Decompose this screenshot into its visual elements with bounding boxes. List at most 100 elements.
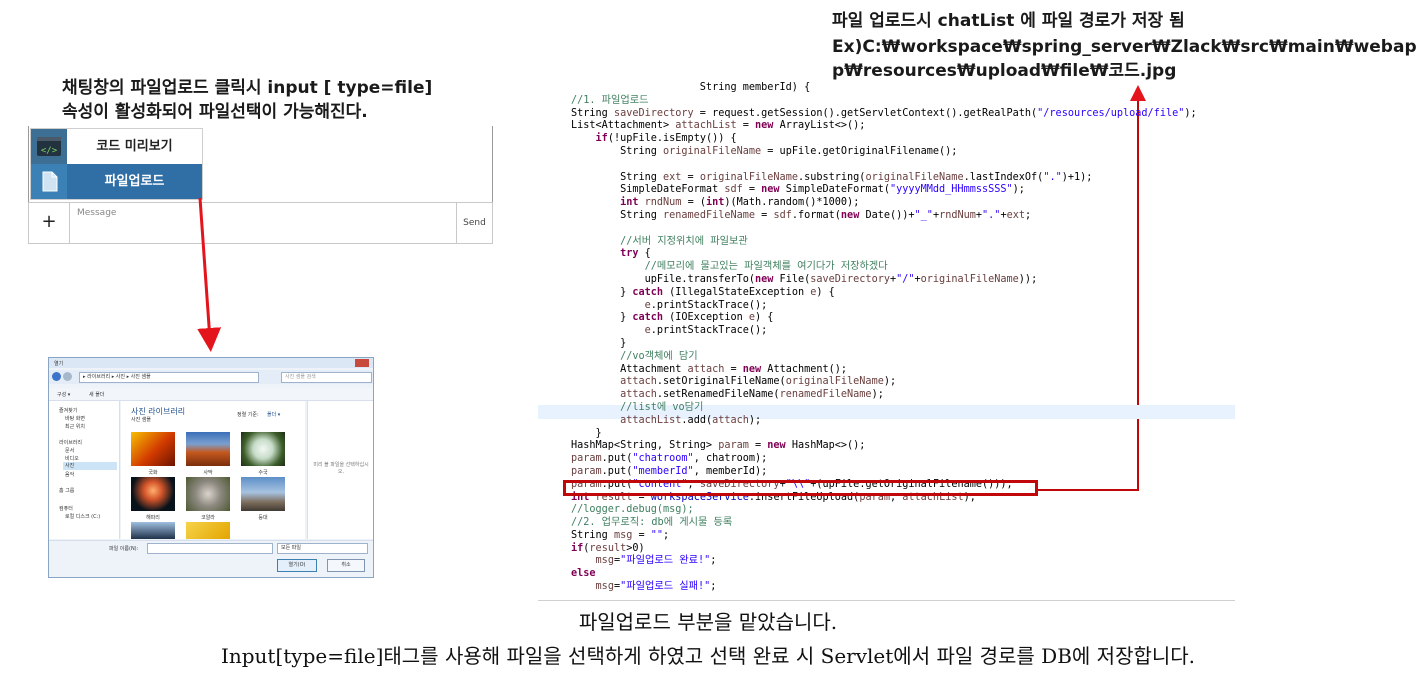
code-line[interactable]: //1. 파일업로드 — [571, 95, 1197, 108]
file-open-dialog: 열기 ▸ 라이브러리 ▸ 사진 ▸ 사진 샘플 사진 샘플 검색 구성 ▾ 새 … — [48, 357, 374, 578]
code-line[interactable]: List<Attachment> attachList = new ArrayL… — [571, 120, 1197, 133]
code-token: "/resources/upload/file" — [1037, 107, 1185, 119]
code-token: (!upFile.isEmpty()) { — [607, 133, 737, 145]
code-line[interactable]: attachList.add(attach); — [571, 415, 1197, 428]
sidebar-item-desktop[interactable]: 바탕 화면 — [65, 415, 85, 422]
thumbnail-lighthouse[interactable] — [241, 477, 285, 511]
filetype-select[interactable]: 모든 파일 — [277, 543, 368, 554]
thumbnail-penguins[interactable] — [131, 522, 175, 539]
code-line[interactable]: int rndNum = (int)(Math.random()*1000); — [571, 197, 1197, 210]
code-line[interactable]: param.put("chatroom", chatroom); — [571, 453, 1197, 466]
sidebar-item-local-disk[interactable]: 로컬 디스크 (C:) — [65, 513, 100, 520]
code-line[interactable]: //서버 지정위치에 파일보관 — [571, 236, 1197, 249]
sidebar-item-pictures[interactable]: 사진 — [63, 462, 117, 470]
sidebar-item-documents[interactable]: 문서 — [65, 447, 74, 454]
code-line[interactable]: HashMap<String, String> param = new Hash… — [571, 440, 1197, 453]
code-line[interactable]: if(result>0) — [571, 543, 1197, 556]
back-icon[interactable] — [52, 372, 61, 381]
code-token: ); — [1184, 107, 1197, 119]
filename-input[interactable] — [147, 543, 273, 554]
code-token: )); — [1018, 273, 1038, 285]
code-line[interactable]: attach.setOriginalFileName(originalFileN… — [571, 376, 1197, 389]
code-token: .put( — [601, 465, 633, 477]
code-token: String — [571, 145, 664, 157]
code-line[interactable]: String renamedFileName = sdf.format(new … — [571, 210, 1197, 223]
code-line[interactable]: param.put("memberId", memberId); — [571, 466, 1197, 479]
sidebar-item-favorites[interactable]: 즐겨찾기 — [59, 407, 77, 414]
dialog-titlebar: 열기 — [49, 358, 373, 368]
code-token: ) { — [755, 312, 774, 324]
thumbnail-jellyfish[interactable] — [131, 477, 175, 511]
forward-icon[interactable] — [63, 372, 72, 381]
code-editor[interactable]: String memberId) {//1. 파일업로드 String saveD… — [571, 82, 1197, 594]
dialog-address-bar: ▸ 라이브러리 ▸ 사진 ▸ 사진 샘플 사진 샘플 검색 — [49, 370, 373, 384]
sidebar-item-libraries[interactable]: 라이브러리 — [59, 439, 82, 446]
code-line[interactable]: else — [571, 568, 1197, 581]
code-line[interactable]: } — [571, 338, 1197, 351]
close-icon[interactable] — [355, 359, 369, 367]
code-line[interactable]: } catch (IllegalStateException e) { — [571, 287, 1197, 300]
organize-button[interactable]: 구성 ▾ — [57, 391, 70, 398]
code-line[interactable]: upFile.transferTo(new File(saveDirectory… — [571, 274, 1197, 287]
code-line[interactable]: String originalFileName = upFile.getOrig… — [571, 146, 1197, 159]
cancel-button[interactable]: 취소 — [327, 559, 365, 572]
sidebar-item-computer[interactable]: 컴퓨터 — [59, 505, 73, 512]
new-folder-button[interactable]: 새 폴더 — [89, 391, 104, 398]
code-token: .put( — [601, 453, 633, 465]
code-line[interactable]: attach.setRenamedFileName(renamedFileNam… — [571, 389, 1197, 402]
path-field[interactable]: ▸ 라이브러리 ▸ 사진 ▸ 사진 샘플 — [79, 372, 259, 383]
code-line[interactable]: //list에 vo담기 — [571, 402, 1197, 415]
sidebar-item-music[interactable]: 음악 — [65, 471, 74, 478]
thumbnail-desert[interactable] — [186, 432, 230, 466]
code-line[interactable]: } catch (IOException e) { — [571, 312, 1197, 325]
code-token: originalFileName — [663, 145, 762, 157]
code-line[interactable]: if(!upFile.isEmpty()) { — [571, 133, 1197, 146]
library-subtitle: 사진 샘플 — [131, 417, 151, 423]
code-line[interactable]: Attachment attach = new Attachment(); — [571, 364, 1197, 377]
code-line[interactable]: } — [571, 428, 1197, 441]
code-token: else — [571, 568, 596, 580]
code-token: msg — [595, 581, 614, 593]
code-token: new — [840, 209, 860, 221]
code-token: new — [755, 120, 774, 132]
code-line[interactable]: msg="파일업로드 실패!"; — [571, 581, 1197, 594]
sidebar-item-videos[interactable]: 비디오 — [65, 455, 79, 462]
code-token: if — [571, 542, 584, 554]
code-line[interactable]: SimpleDateFormat sdf = new SimpleDateFor… — [571, 184, 1197, 197]
code-line[interactable]: String saveDirectory = request.getSessio… — [571, 108, 1197, 121]
code-token: )+1); — [1061, 171, 1093, 183]
sidebar-item-homegroup[interactable]: 홈 그룹 — [59, 487, 74, 494]
code-line[interactable]: //메모리에 물고있는 파일객체를 여기다가 저장하겠다 — [571, 261, 1197, 274]
code-line[interactable] — [571, 223, 1197, 236]
code-line[interactable]: //vo객체에 담기 — [571, 351, 1197, 364]
code-line[interactable]: e.printStackTrace(); — [571, 325, 1197, 338]
dialog-preview-pane: 미리 볼 파일을 선택하십시오. — [307, 401, 373, 539]
code-line[interactable]: msg="파일업로드 완료!"; — [571, 555, 1197, 568]
code-line[interactable]: e.printStackTrace(); — [571, 300, 1197, 313]
code-token: .substring( — [797, 171, 866, 183]
arrange-select[interactable]: 폴더 ▾ — [267, 411, 280, 418]
code-line[interactable]: String msg = ""; — [571, 530, 1197, 543]
sidebar-item-recent[interactable]: 최근 위치 — [65, 423, 85, 430]
code-line[interactable]: try { — [571, 248, 1197, 261]
open-button[interactable]: 열기(O) — [277, 559, 317, 572]
thumbnail-tulips[interactable] — [186, 522, 230, 539]
code-line[interactable]: String ext = originalFileName.substring(… — [571, 172, 1197, 185]
code-token: Attachment(); — [761, 363, 848, 375]
code-token: ; — [710, 555, 717, 567]
thumbnail-hydrangeas[interactable] — [241, 432, 285, 466]
code-token: = — [724, 363, 743, 375]
code-token: = — [681, 171, 700, 183]
code-line[interactable]: //logger.debug(msg); — [571, 504, 1197, 517]
code-line[interactable] — [571, 159, 1197, 172]
code-line[interactable]: //2. 업무로직: db에 게시물 등록 — [571, 517, 1197, 530]
thumbnail-koala[interactable] — [186, 477, 230, 511]
code-line[interactable]: String memberId) { — [571, 82, 1197, 95]
search-input[interactable]: 사진 샘플 검색 — [281, 372, 372, 383]
arrange-label: 정렬 기준: — [237, 412, 259, 418]
dialog-sidebar: 즐겨찾기 바탕 화면 최근 위치 라이브러리 문서 비디오 사진 음악 홈 그룹… — [49, 401, 120, 539]
thumbnail-chrysanthemum[interactable] — [131, 432, 175, 466]
code-token: , memberId); — [693, 465, 768, 477]
